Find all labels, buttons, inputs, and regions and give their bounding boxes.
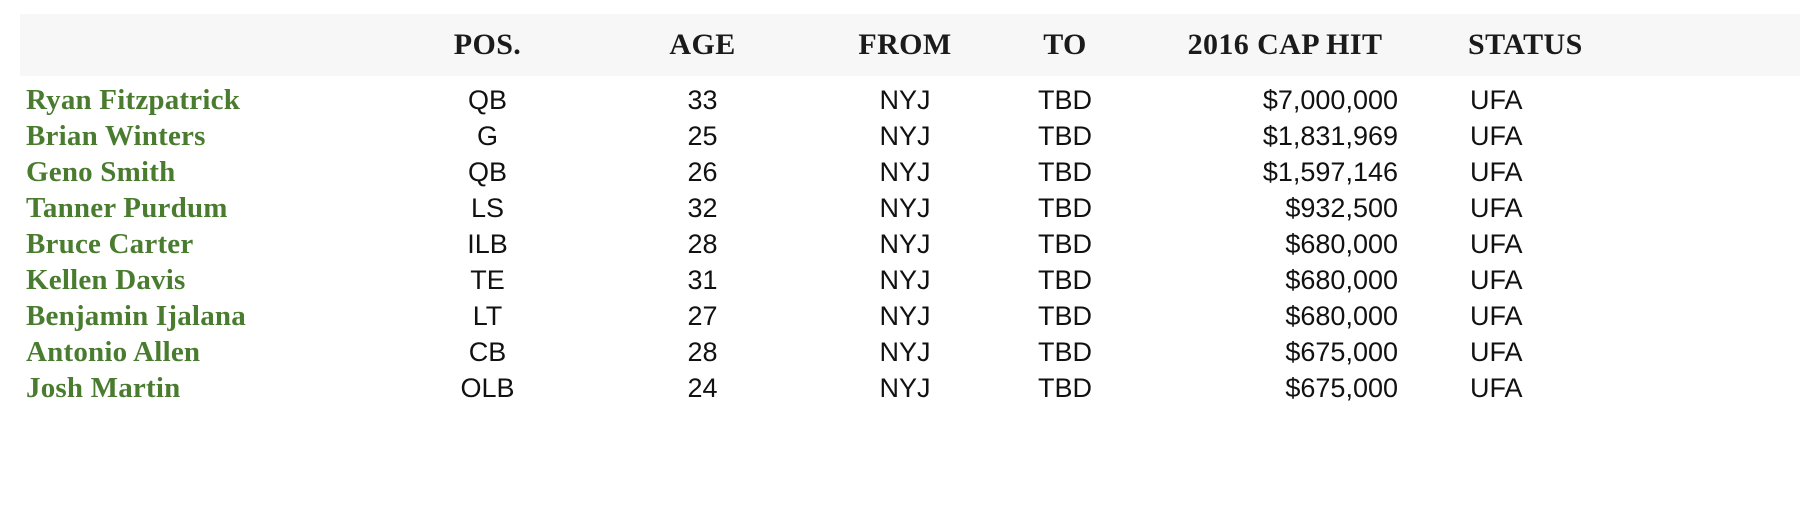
cell-age: 31	[687, 264, 718, 295]
player-name-link[interactable]: Antonio Allen	[20, 334, 380, 370]
table-row: Ryan Fitzpatrick QB 33 NYJ TBD $7,000,000 UFA	[20, 76, 1800, 118]
player-name-link[interactable]: Bruce Carter	[20, 226, 380, 262]
cell-status: UFA	[1470, 264, 1523, 295]
cell-status: UFA	[1470, 84, 1523, 115]
column-header-cap-hit[interactable]: 2016 CAP HIT	[1130, 14, 1440, 76]
table-row: Antonio Allen CB 28 NYJ TBD $675,000 UFA	[20, 334, 1800, 370]
cell-cap-hit: $680,000	[1285, 300, 1398, 331]
cell-status: UFA	[1470, 372, 1523, 403]
table-row: Tanner Purdum LS 32 NYJ TBD $932,500 UFA	[20, 190, 1800, 226]
cell-cap-hit: $680,000	[1285, 264, 1398, 295]
player-name-link[interactable]: Ryan Fitzpatrick	[20, 76, 380, 118]
cell-from-team: NYJ	[879, 372, 931, 403]
cell-position: TE	[470, 264, 505, 295]
cell-status: UFA	[1470, 192, 1523, 223]
cell-status: UFA	[1470, 120, 1523, 151]
cell-from-team: NYJ	[879, 336, 931, 367]
cell-from-team: NYJ	[879, 120, 931, 151]
player-name-link[interactable]: Benjamin Ijalana	[20, 298, 380, 334]
cell-from-team: NYJ	[879, 84, 931, 115]
table-row: Kellen Davis TE 31 NYJ TBD $680,000 UFA	[20, 262, 1800, 298]
cell-age: 32	[687, 192, 718, 223]
column-header-pos[interactable]: POS.	[380, 14, 595, 76]
cell-position: G	[476, 120, 498, 151]
cell-position: LT	[472, 300, 503, 331]
cell-age: 26	[687, 156, 718, 187]
cell-to-team: TBD	[1038, 84, 1092, 115]
cell-age: 33	[687, 84, 718, 115]
player-name-link[interactable]: Josh Martin	[20, 370, 380, 406]
table-row: Geno Smith QB 26 NYJ TBD $1,597,146 UFA	[20, 154, 1800, 190]
cell-status: UFA	[1470, 156, 1523, 187]
cell-cap-hit: $675,000	[1285, 372, 1398, 403]
column-header-age[interactable]: AGE	[595, 14, 810, 76]
table-body: Ryan Fitzpatrick QB 33 NYJ TBD $7,000,000 UFA B…	[20, 76, 1800, 406]
player-name-link[interactable]: Geno Smith	[20, 154, 380, 190]
cell-position: LS	[470, 192, 505, 223]
cell-from-team: NYJ	[879, 264, 931, 295]
cell-age: 28	[687, 336, 718, 367]
table-row: Bruce Carter ILB 28 NYJ TBD $680,000 UFA	[20, 226, 1800, 262]
cell-to-team: TBD	[1038, 156, 1092, 187]
table-header: POS. AGE FROM TO 2016 CAP HIT STATUS	[20, 14, 1800, 76]
cell-position: QB	[467, 84, 507, 115]
cell-to-team: TBD	[1038, 300, 1092, 331]
cell-status: UFA	[1470, 336, 1523, 367]
column-header-to[interactable]: TO	[1000, 14, 1130, 76]
cell-from-team: NYJ	[879, 156, 931, 187]
table-row: Benjamin Ijalana LT 27 NYJ TBD $680,000 UFA	[20, 298, 1800, 334]
cell-from-team: NYJ	[879, 228, 931, 259]
cell-age: 25	[687, 120, 718, 151]
cell-age: 24	[687, 372, 718, 403]
cell-age: 27	[687, 300, 718, 331]
cell-to-team: TBD	[1038, 372, 1092, 403]
cell-to-team: TBD	[1038, 336, 1092, 367]
roster-table-container: POS. AGE FROM TO 2016 CAP HIT STATUS Rya…	[0, 0, 1800, 506]
cell-status: UFA	[1470, 300, 1523, 331]
cell-cap-hit: $675,000	[1285, 336, 1398, 367]
column-header-player[interactable]	[20, 14, 380, 76]
cell-to-team: TBD	[1038, 192, 1092, 223]
cell-position: CB	[468, 336, 507, 367]
cell-to-team: TBD	[1038, 264, 1092, 295]
cell-age: 28	[687, 228, 718, 259]
cell-to-team: TBD	[1038, 228, 1092, 259]
cell-cap-hit: $680,000	[1285, 228, 1398, 259]
cell-cap-hit: $932,500	[1285, 192, 1398, 223]
header-row: POS. AGE FROM TO 2016 CAP HIT STATUS	[20, 14, 1800, 76]
cell-cap-hit: $7,000,000	[1262, 84, 1398, 115]
free-agents-table: POS. AGE FROM TO 2016 CAP HIT STATUS Rya…	[20, 14, 1800, 406]
cell-position: ILB	[467, 228, 508, 259]
column-header-from[interactable]: FROM	[810, 14, 1000, 76]
cell-position: OLB	[460, 372, 515, 403]
cell-cap-hit: $1,831,969	[1262, 120, 1398, 151]
table-row: Josh Martin OLB 24 NYJ TBD $675,000 UFA	[20, 370, 1800, 406]
table-row: Brian Winters G 25 NYJ TBD $1,831,969 UFA	[20, 118, 1800, 154]
player-name-link[interactable]: Kellen Davis	[20, 262, 380, 298]
cell-from-team: NYJ	[879, 300, 931, 331]
cell-to-team: TBD	[1038, 120, 1092, 151]
cell-cap-hit: $1,597,146	[1262, 156, 1398, 187]
cell-status: UFA	[1470, 228, 1523, 259]
cell-from-team: NYJ	[879, 192, 931, 223]
cell-position: QB	[467, 156, 507, 187]
column-header-status[interactable]: STATUS	[1440, 14, 1800, 76]
player-name-link[interactable]: Brian Winters	[20, 118, 380, 154]
player-name-link[interactable]: Tanner Purdum	[20, 190, 380, 226]
